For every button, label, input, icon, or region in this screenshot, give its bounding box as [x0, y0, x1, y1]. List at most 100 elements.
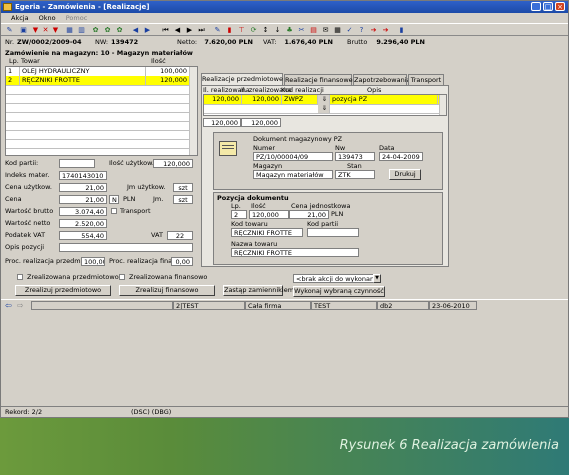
row-lp: 2 [6, 76, 20, 85]
jm-field[interactable]: szt [173, 195, 193, 204]
filter-off-icon[interactable]: ▼ [51, 26, 60, 34]
ilosc-uzytkow-field[interactable]: 120,000 [153, 159, 193, 168]
calc-icon[interactable]: ▦ [333, 26, 342, 34]
row-lookup-icon[interactable]: ⇓ [318, 95, 330, 104]
proc-finans-field[interactable]: 0,00 [171, 257, 193, 266]
row-lookup-icon-2[interactable]: ⇓ [318, 104, 330, 113]
opis-field[interactable] [59, 243, 193, 252]
total-il-zreal: 120,000 [241, 118, 281, 127]
check-icon[interactable]: ✓ [345, 26, 354, 34]
vat-rate-field[interactable]: 22 [167, 231, 193, 240]
edit-icon[interactable]: ✎ [213, 26, 222, 34]
menu-pomoc[interactable]: Pomoc [66, 14, 88, 22]
columns-icon[interactable]: ▥ [77, 26, 86, 34]
zastap-zamiennikiem-button[interactable]: Zastąp zamiennikiem [223, 285, 294, 296]
grid-icon[interactable]: ▦ [65, 26, 74, 34]
cena-uzytkow-field[interactable]: 21,00 [59, 183, 107, 192]
status-cell-empty [31, 301, 173, 310]
indeks-field[interactable]: 1740143010 [59, 171, 107, 180]
settings-icon[interactable]: ✿ [103, 26, 112, 34]
delete-icon[interactable]: ▮ [225, 26, 234, 34]
status-firma: Cała firma [245, 301, 311, 310]
refresh-icon[interactable]: ✿ [91, 26, 100, 34]
help-icon[interactable]: ? [357, 26, 366, 34]
print-button[interactable]: Drukuj [389, 169, 421, 180]
sort-alpha-icon[interactable]: ↓ [273, 26, 282, 34]
title-bar: Egeria - Zamówienia - [Realizacje] [1, 1, 568, 13]
vat-rate-label: VAT [151, 231, 163, 239]
pos-kod-partii-field[interactable] [307, 228, 359, 237]
tab-transport[interactable]: Transport [408, 74, 444, 85]
numer-field[interactable]: PZ/10/00004/09 [253, 152, 333, 161]
save-icon[interactable]: ▣ [19, 26, 28, 34]
sort-icon[interactable]: ↕ [261, 26, 270, 34]
action-select[interactable]: <brak akcji do wykonania> [293, 274, 381, 283]
prev-record-icon[interactable]: ◀ [173, 26, 182, 34]
tools-icon[interactable]: ✿ [115, 26, 124, 34]
transport-checkbox[interactable] [111, 208, 117, 214]
realizacje-scrollbar[interactable] [439, 95, 446, 115]
sync-icon[interactable]: ⟳ [249, 26, 258, 34]
order-info-row: Nr. ZW/0002/2009-04 NW: 139472 Netto: 7.… [1, 37, 568, 48]
tab-realizacje-finansowe[interactable]: Realizacje finansowe [284, 74, 353, 85]
pos-cena-field[interactable]: 21,00 [289, 210, 329, 219]
row-lp: 1 [6, 67, 20, 76]
print-icon[interactable]: ⊤ [237, 26, 246, 34]
filter-icon[interactable]: ▼ [31, 26, 40, 34]
mail-icon[interactable]: ✉ [321, 26, 330, 34]
doc-nw-field[interactable]: 139473 [335, 152, 375, 161]
zreal-finans-checkbox[interactable] [119, 274, 125, 280]
empty-row [6, 139, 197, 149]
kod-partii-field[interactable] [59, 159, 95, 168]
order-number: ZW/0002/2009-04 [15, 38, 93, 47]
exit-icon[interactable]: ▮ [397, 26, 406, 34]
forward-icon[interactable]: ▶ [143, 26, 152, 34]
pos-ilosc-field[interactable]: 120,000 [249, 210, 289, 219]
magazyn-field[interactable]: Magazyn materiałów [253, 170, 333, 179]
jm-uzytkow-field[interactable]: szt [173, 183, 193, 192]
last-record-icon[interactable]: ⏭ [197, 26, 206, 34]
zrealizuj-finansowo-button[interactable]: Zrealizuj finansowo [119, 285, 215, 296]
arrow-right-icon[interactable]: ➔ [369, 26, 378, 34]
pin-icon[interactable]: ✎ [5, 26, 14, 34]
tab-zapotrzebowania[interactable]: Zapotrzebowania [353, 74, 410, 85]
attach-icon[interactable]: ✂ [297, 26, 306, 34]
grid-scrollbar[interactable] [189, 67, 197, 155]
clear-filter-icon[interactable]: ✕ [41, 26, 50, 34]
first-record-icon[interactable]: ⏮ [161, 26, 170, 34]
chevron-down-icon[interactable]: ▼ [373, 274, 381, 283]
maximize-icon[interactable]: □ [543, 2, 553, 11]
close-icon[interactable]: × [555, 2, 565, 11]
podatek-field[interactable]: 554,40 [59, 231, 107, 240]
back-icon[interactable]: ◀ [131, 26, 140, 34]
tab-realizacje-przedmiotowe[interactable]: Realizacje przedmiotowe [201, 73, 283, 85]
total-il-realiz: 120,000 [203, 118, 241, 127]
ilosc-uzytkow-label: Ilość użytkow. [109, 159, 154, 167]
zreal-przedm-checkbox[interactable] [17, 274, 23, 280]
data-field[interactable]: 24-04-2009 [379, 152, 423, 161]
find-icon[interactable]: ♣ [285, 26, 294, 34]
waluta-field[interactable]: N [109, 195, 119, 204]
nav-back-icon[interactable]: ⇦ [5, 302, 12, 310]
zrealizuj-przedmiotowo-button[interactable]: Zrealizuj przedmiotowo [15, 285, 111, 296]
cena-field[interactable]: 21,00 [59, 195, 107, 204]
stan-field[interactable]: ZTK [335, 170, 375, 179]
next-record-icon[interactable]: ▶ [185, 26, 194, 34]
pos-lp-field[interactable]: 2 [231, 210, 247, 219]
kod-towaru-field[interactable]: RĘCZNIKI FROTTE [231, 228, 303, 237]
minimize-icon[interactable]: _ [531, 2, 541, 11]
wartosc-brutto-field[interactable]: 3.074,40 [59, 207, 107, 216]
proc-przedm-field[interactable]: 100,00 [81, 257, 105, 266]
wykonaj-button[interactable]: Wykonaj wybraną czynność [293, 286, 385, 297]
nav-forward-icon[interactable]: ⇨ [17, 302, 24, 310]
window-title: Egeria - Zamówienia - [Realizacje] [15, 3, 150, 11]
menu-akcja[interactable]: Akcja [11, 14, 29, 22]
transport-label: Transport [120, 207, 151, 215]
wartosc-netto-field[interactable]: 2.520,00 [59, 219, 107, 228]
nazwa-towaru-field[interactable]: RĘCZNIKI FROTTE [231, 248, 359, 257]
report-icon[interactable]: ▤ [309, 26, 318, 34]
menu-okno[interactable]: Okno [39, 14, 56, 22]
col-towar: Towar [21, 57, 40, 65]
arrow-in-icon[interactable]: ➔ [381, 26, 390, 34]
nw-value: 139472 [109, 38, 167, 47]
